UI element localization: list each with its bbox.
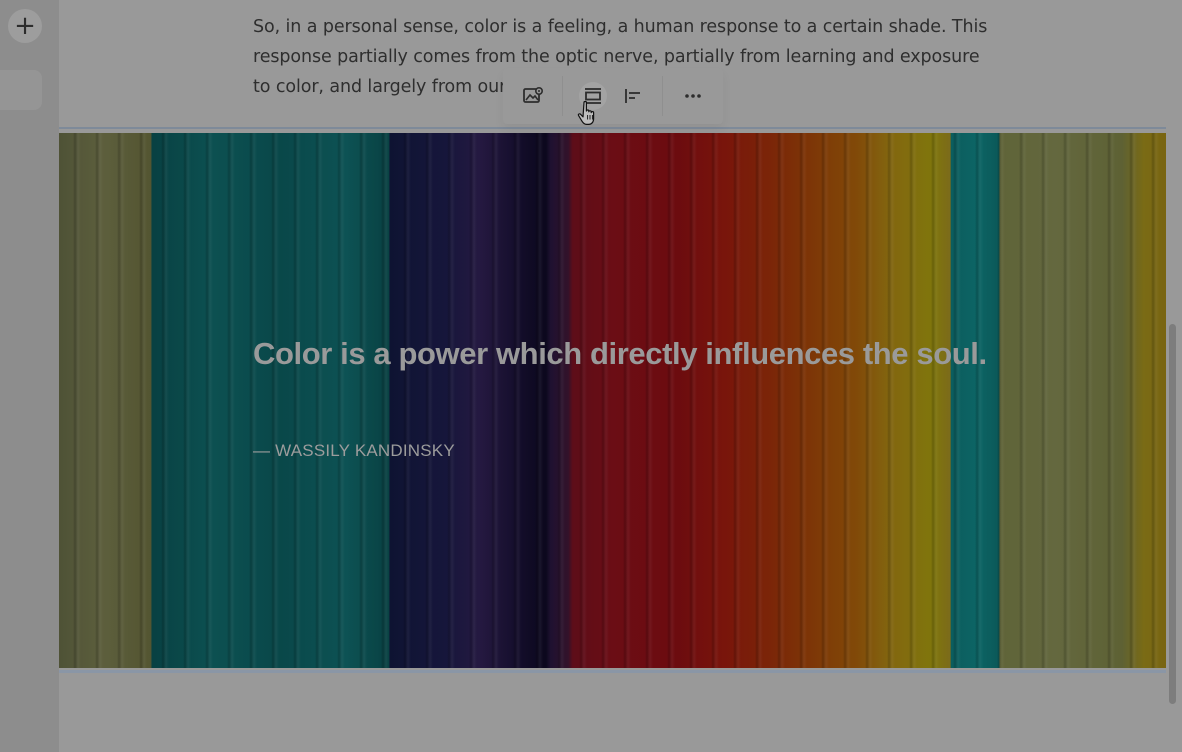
align-left-icon	[625, 89, 640, 103]
left-rail: +	[0, 0, 59, 752]
more-options-button[interactable]	[675, 78, 711, 114]
quote-text[interactable]: Color is a power which directly influenc…	[253, 332, 993, 375]
more-horizontal-icon	[685, 94, 701, 98]
image-settings-icon	[523, 86, 544, 103]
paragraph-line: So, in a personal sense, color is a feel…	[253, 17, 988, 37]
sidebar-item[interactable]	[0, 70, 42, 110]
plus-icon: +	[14, 11, 36, 41]
change-image-button[interactable]	[515, 78, 551, 114]
toolbar-separator	[662, 76, 663, 116]
quote-image-block[interactable]: Color is a power which directly influenc…	[59, 133, 1166, 668]
add-block-button[interactable]: +	[8, 9, 42, 43]
vertical-scrollbar[interactable]	[1169, 324, 1176, 704]
toolbar-separator	[562, 76, 563, 116]
image-toolbar	[503, 68, 723, 124]
quote-citation[interactable]: — WASSILY KANDINSKY	[253, 441, 455, 461]
image-overlay	[59, 133, 1166, 668]
align-left-button[interactable]	[615, 78, 651, 114]
image-block-selection-bottom	[59, 670, 1166, 673]
image-block-selection-top	[59, 127, 1166, 129]
hand-pointer-cursor-icon	[577, 100, 595, 125]
